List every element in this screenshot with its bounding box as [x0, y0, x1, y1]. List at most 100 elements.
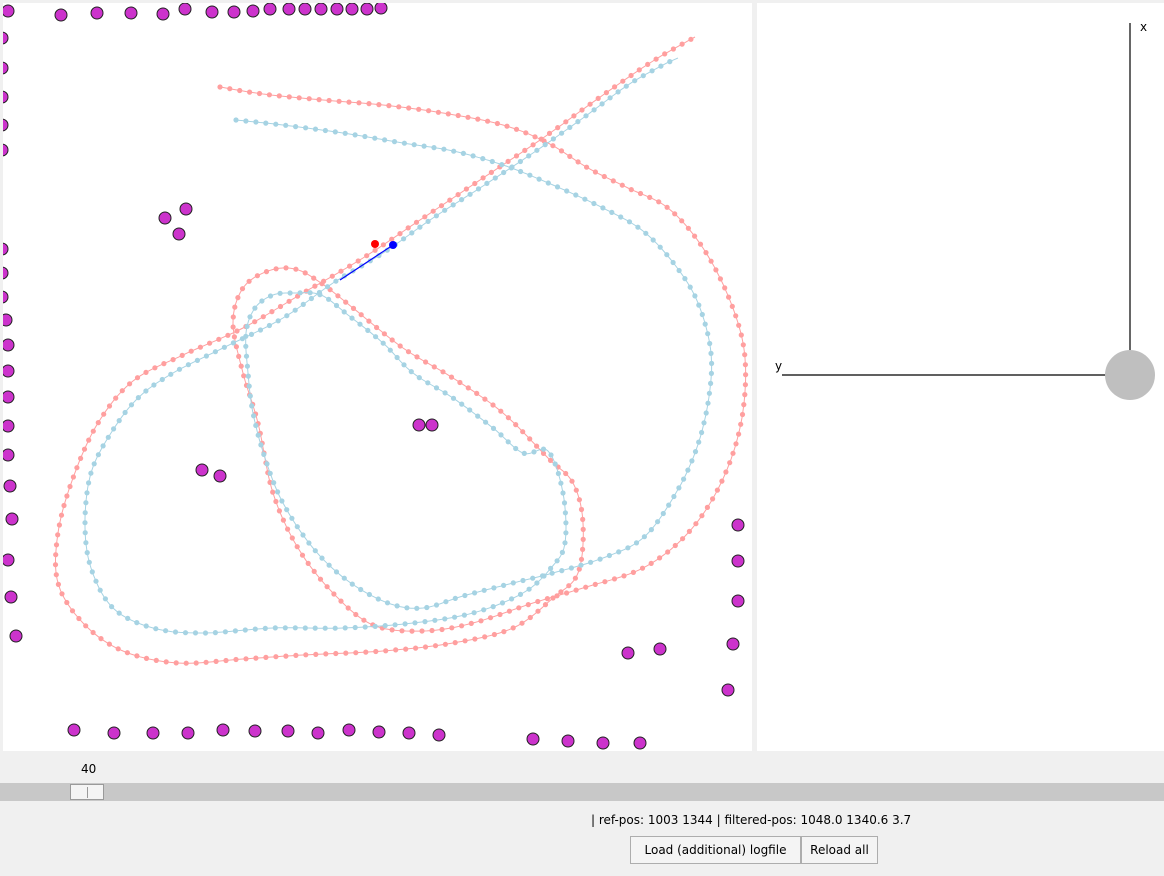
reference-track-point — [572, 575, 579, 581]
reference-track-point — [336, 98, 342, 104]
reference-track-point — [119, 388, 125, 394]
reference-track-point — [163, 659, 169, 665]
reference-track-point — [550, 595, 556, 601]
reference-track-point — [726, 294, 732, 300]
landmark-marker — [172, 227, 186, 241]
filtered-track-point — [499, 162, 505, 168]
reference-track-point — [580, 546, 586, 553]
filtered-track-point — [277, 290, 283, 296]
reference-track-point — [704, 504, 711, 510]
reference-track-point — [465, 385, 471, 391]
filtered-track-point — [300, 301, 306, 307]
filtered-track-point — [699, 311, 705, 318]
reference-track-point — [95, 420, 101, 426]
reference-track-point — [235, 295, 241, 301]
filtered-track-point — [530, 575, 536, 581]
reference-track-point — [76, 615, 82, 622]
filtered-track-point — [372, 135, 378, 141]
reference-track-point — [285, 526, 291, 532]
reference-track-point — [260, 314, 266, 320]
filtered-track-point — [266, 322, 272, 329]
reference-track-point — [430, 208, 436, 214]
filtered-track-point — [534, 147, 540, 153]
filtered-track-point — [86, 480, 92, 486]
reference-track-point — [293, 266, 299, 272]
reference-track-point — [664, 204, 670, 210]
reference-track-point — [733, 313, 739, 319]
frame-slider[interactable] — [0, 783, 1164, 801]
filtered-track-point — [245, 373, 251, 379]
reference-track-point — [55, 532, 61, 538]
filtered-track-point — [641, 534, 648, 540]
reference-track-point — [672, 211, 678, 217]
reference-track-point — [403, 646, 409, 652]
reference-track-point — [247, 89, 253, 95]
filtered-track-point — [480, 156, 486, 162]
reference-track-point — [223, 657, 229, 664]
reference-track-point — [422, 214, 428, 220]
reference-track-point — [592, 581, 598, 588]
reference-track-point — [366, 318, 372, 324]
reference-track-point — [723, 469, 729, 475]
filtered-track-point — [531, 449, 537, 455]
filtered-track-point — [416, 375, 422, 381]
reference-track-point — [335, 293, 341, 299]
reference-track-point — [338, 598, 344, 604]
reference-track-point — [53, 552, 59, 558]
reference-track-point — [426, 108, 432, 114]
reference-track-point — [710, 496, 716, 502]
reference-track-point — [347, 263, 353, 269]
reference-track-point — [569, 478, 575, 484]
reference-track-point — [366, 101, 372, 107]
reference-track-point — [488, 169, 494, 175]
reference-track-point — [522, 147, 528, 153]
map-canvas[interactable] — [3, 3, 752, 751]
reference-track-point — [713, 267, 719, 273]
landmark-marker — [227, 5, 241, 19]
reference-track-point — [405, 349, 412, 355]
filtered-track-point — [382, 623, 388, 629]
reload-all-button[interactable]: Reload all — [801, 836, 878, 864]
reference-track-point — [550, 143, 556, 149]
reference-track-point — [386, 103, 392, 109]
filtered-track-point — [297, 290, 303, 296]
reference-track-point — [504, 123, 510, 129]
reference-track-point — [59, 591, 65, 597]
reference-track-point — [534, 443, 540, 449]
filtered-track-point — [257, 327, 264, 333]
filtered-track-point — [300, 532, 306, 538]
reference-track-point — [405, 225, 411, 231]
slider-thumb[interactable] — [70, 784, 104, 800]
filtered-track-point — [490, 425, 497, 431]
reference-track-point — [587, 101, 593, 107]
reference-track-point — [376, 102, 382, 108]
reference-track-point — [134, 375, 141, 381]
filtered-track-point — [635, 224, 641, 230]
filtered-track-point — [246, 383, 252, 389]
filtered-track-point — [267, 470, 273, 476]
filtered-track-point — [527, 172, 533, 178]
filtered-track-point — [501, 169, 507, 176]
filtered-track-point — [312, 625, 318, 631]
filtered-track-point — [362, 133, 368, 140]
reference-track-point — [346, 99, 352, 105]
reference-track-point — [406, 105, 412, 111]
reference-track-point — [416, 106, 422, 112]
filtered-track-point — [414, 605, 420, 611]
reference-track-point — [396, 104, 402, 110]
reference-track-point — [729, 303, 735, 309]
reference-track-point — [513, 126, 520, 132]
filtered-track-point — [560, 490, 566, 496]
reference-track-point — [583, 584, 589, 590]
reference-track-point — [620, 78, 626, 84]
slider-value-label: 40 — [81, 762, 97, 776]
reference-track-point — [78, 455, 84, 461]
filtered-track-point — [699, 429, 705, 436]
reference-track-point — [239, 286, 246, 292]
reference-track-point — [685, 225, 692, 231]
filtered-track-point — [303, 125, 309, 131]
reference-track-point — [602, 579, 608, 585]
reference-track-point — [719, 478, 725, 484]
load-logfile-button[interactable]: Load (additional) logfile — [630, 836, 801, 864]
reference-track-point — [538, 136, 544, 142]
